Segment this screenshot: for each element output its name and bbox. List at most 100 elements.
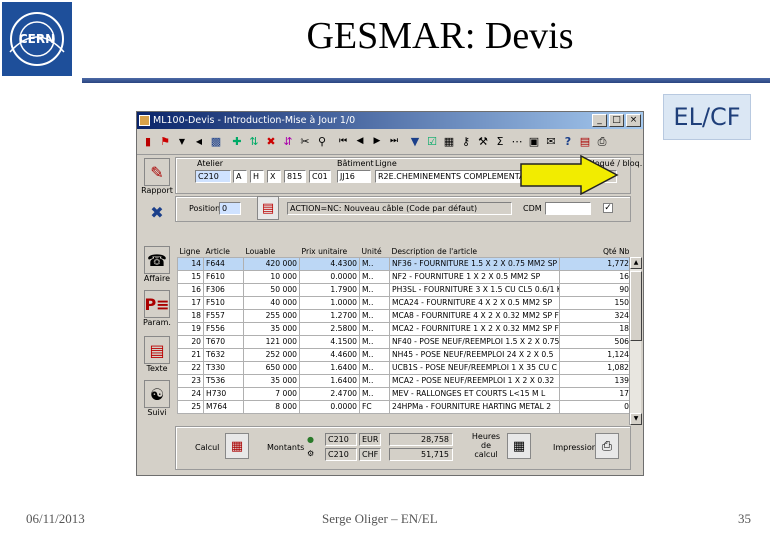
table-row[interactable]: 22 T330 650 000 1.6400 M.. UCB1S - POSE NEUF/… [177, 360, 632, 375]
cell-quantite[interactable]: 506 [559, 334, 632, 349]
heures-button[interactable]: ▦ [507, 433, 531, 459]
nav-next-icon[interactable]: ▶ [369, 133, 385, 151]
table-row[interactable]: 23 T536 35 000 1.6400 M.. MCA2 - POSE NEUF/RE… [177, 373, 632, 388]
atelier-number-field[interactable]: 815 [284, 170, 306, 183]
cdm-field[interactable] [545, 202, 591, 215]
cell-ligne[interactable]: 25 [177, 399, 204, 414]
cell-prix[interactable]: 4.4600 [299, 347, 360, 362]
table-row[interactable]: 19 F556 35 000 2.5800 M.. MCA2 - FOURNITURE 1… [177, 321, 632, 336]
cell-quantite[interactable]: 324 [559, 308, 632, 323]
print-button[interactable]: ⎙ [595, 433, 619, 459]
cell-quantite[interactable]: 1,082 [559, 360, 632, 375]
cell-unite[interactable]: M.. [359, 269, 390, 284]
cell-description[interactable]: NF2 - FOURNITURE 1 X 2 X 0.5 MM2 SP [389, 269, 560, 284]
table-row[interactable]: 16 F306 50 000 1.7900 M.. PH3SL - FOURNITURE … [177, 282, 632, 297]
table-row[interactable]: 14 F644 420 000 4.4300 M.. NF36 - FOURNITURE … [177, 256, 632, 271]
cell-prix[interactable]: 2.4700 [299, 386, 360, 401]
delete-icon[interactable]: ✖ [263, 133, 279, 151]
cell-quantite[interactable]: 18 [559, 321, 632, 336]
cell-article[interactable]: T330 [203, 360, 244, 375]
cell-description[interactable]: MEV - RALLONGES ET COURTS L<15 M L [389, 386, 560, 401]
nav-first-icon[interactable]: ⏮ [335, 133, 351, 151]
grid-scrollbar[interactable]: ▲ ▼ [629, 257, 642, 425]
scroll-up-button[interactable]: ▲ [630, 257, 642, 269]
cell-louable[interactable]: 255 000 [243, 308, 300, 323]
cell-prix[interactable]: 0.0000 [299, 399, 360, 414]
cell-description[interactable]: MCA2 - FOURNITURE 1 X 2 X 0.32 MM2 SP F [389, 321, 560, 336]
cell-prix[interactable]: 1.7900 [299, 282, 360, 297]
cell-unite[interactable]: M.. [359, 360, 390, 375]
atelier-c01-field[interactable]: C01 [309, 170, 331, 183]
cell-unite[interactable]: M.. [359, 386, 390, 401]
cell-article[interactable]: T536 [203, 373, 244, 388]
cell-description[interactable]: NH45 - POSE NEUF/REEMPLOI 24 X 2 X 0.5 [389, 347, 560, 362]
cell-unite[interactable]: M.. [359, 334, 390, 349]
close-button[interactable]: × [626, 114, 641, 127]
cell-ligne[interactable]: 24 [177, 386, 204, 401]
exit-icon[interactable]: ▮ [140, 133, 156, 151]
filter-icon[interactable]: ▼ [407, 133, 423, 151]
cell-description[interactable]: MCA24 - FOURNITURE 4 X 2 X 0.5 MM2 SP [389, 295, 560, 310]
cell-louable[interactable]: 50 000 [243, 282, 300, 297]
cell-unite[interactable]: M.. [359, 295, 390, 310]
insert-icon[interactable]: ✚ [229, 133, 245, 151]
table-row[interactable]: 18 F557 255 000 1.2700 M.. MCA8 - FOURNITURE … [177, 308, 632, 323]
table-row[interactable]: 20 T670 121 000 4.1500 M.. NF40 - POSE NEUF/R… [177, 334, 632, 349]
cell-unite[interactable]: M.. [359, 308, 390, 323]
scroll-thumb[interactable] [630, 271, 642, 341]
cell-prix[interactable]: 4.1500 [299, 334, 360, 349]
cell-louable[interactable]: 121 000 [243, 334, 300, 349]
column-header[interactable]: Description de l'article [390, 246, 560, 257]
cell-louable[interactable]: 35 000 [243, 373, 300, 388]
sidebar-item-texte[interactable]: ▤ Texte [141, 336, 173, 373]
atelier-h-field[interactable]: H [250, 170, 264, 183]
cell-louable[interactable]: 7 000 [243, 386, 300, 401]
cell-unite[interactable]: FC [359, 399, 390, 414]
cell-louable[interactable]: 8 000 [243, 399, 300, 414]
window-titlebar[interactable]: ML100-Devis - Introduction-Mise à Jour 1… [137, 112, 643, 129]
cell-prix[interactable]: 1.6400 [299, 373, 360, 388]
ligne-field[interactable]: R2E.CHEMINEMENTS COMPLEMENTAIRES [375, 170, 525, 183]
sidebar-item-affaire[interactable]: ☎ Affaire [141, 246, 173, 283]
sidebar-item-x[interactable]: ✖ [141, 198, 173, 226]
cell-ligne[interactable]: 19 [177, 321, 204, 336]
cell-louable[interactable]: 10 000 [243, 269, 300, 284]
maximize-button[interactable]: □ [609, 114, 624, 127]
cell-quantite[interactable]: 90 [559, 282, 632, 297]
cell-quantite[interactable]: 150 [559, 295, 632, 310]
cell-description[interactable]: 24HPMa - FOURNITURE HARTING METAL 2 [389, 399, 560, 414]
cell-description[interactable]: PH3SL - FOURNITURE 3 X 1.5 CU CL5 0.6/1 … [389, 282, 560, 297]
tools-icon[interactable]: ⚒ [475, 133, 491, 151]
atelier-code-field[interactable]: C210 [195, 170, 231, 183]
move-icon[interactable]: ⇵ [280, 133, 296, 151]
cell-louable[interactable]: 650 000 [243, 360, 300, 375]
cell-unite[interactable]: M.. [359, 373, 390, 388]
table-row[interactable]: 17 F510 40 000 1.0000 M.. MCA24 - FOURNITURE … [177, 295, 632, 310]
atelier-x-field[interactable]: X [267, 170, 281, 183]
cell-quantite[interactable]: 16 [559, 269, 632, 284]
first-record-icon[interactable]: ◀ [191, 133, 207, 151]
cell-article[interactable]: F610 [203, 269, 244, 284]
column-header[interactable]: Ligne [178, 246, 204, 257]
calcul-button[interactable]: ▦ [225, 433, 249, 459]
key-icon[interactable]: ⚷ [458, 133, 474, 151]
cell-unite[interactable]: M.. [359, 256, 390, 271]
table-row[interactable]: 24 H730 7 000 2.4700 M.. MEV - RALLONGES ET C… [177, 386, 632, 401]
help-icon[interactable]: ? [560, 133, 576, 151]
cell-ligne[interactable]: 21 [177, 347, 204, 362]
cell-unite[interactable]: M.. [359, 347, 390, 362]
column-header[interactable]: Prix unitaire [300, 246, 360, 257]
position-field[interactable]: 0 [219, 202, 241, 215]
cell-quantite[interactable]: 17 [559, 386, 632, 401]
table-row[interactable]: 25 M764 8 000 0.0000 FC 24HPMa - FOURNITURE H… [177, 399, 632, 414]
cell-article[interactable]: F644 [203, 256, 244, 271]
nav-last-icon[interactable]: ⏭ [386, 133, 402, 151]
sidebar-item-suivi[interactable]: ☯ Suivi [141, 380, 173, 417]
cell-description[interactable]: MCA2 - POSE NEUF/REEMPLOI 1 X 2 X 0.32 [389, 373, 560, 388]
cell-prix[interactable]: 2.5800 [299, 321, 360, 336]
sidebar-item-rapport[interactable]: ✎ Rapport [141, 158, 173, 195]
cdm-checkbox[interactable]: ✓ [603, 203, 613, 213]
cell-prix[interactable]: 4.4300 [299, 256, 360, 271]
column-header[interactable]: Unité [360, 246, 390, 257]
cut-icon[interactable]: ✂ [297, 133, 313, 151]
